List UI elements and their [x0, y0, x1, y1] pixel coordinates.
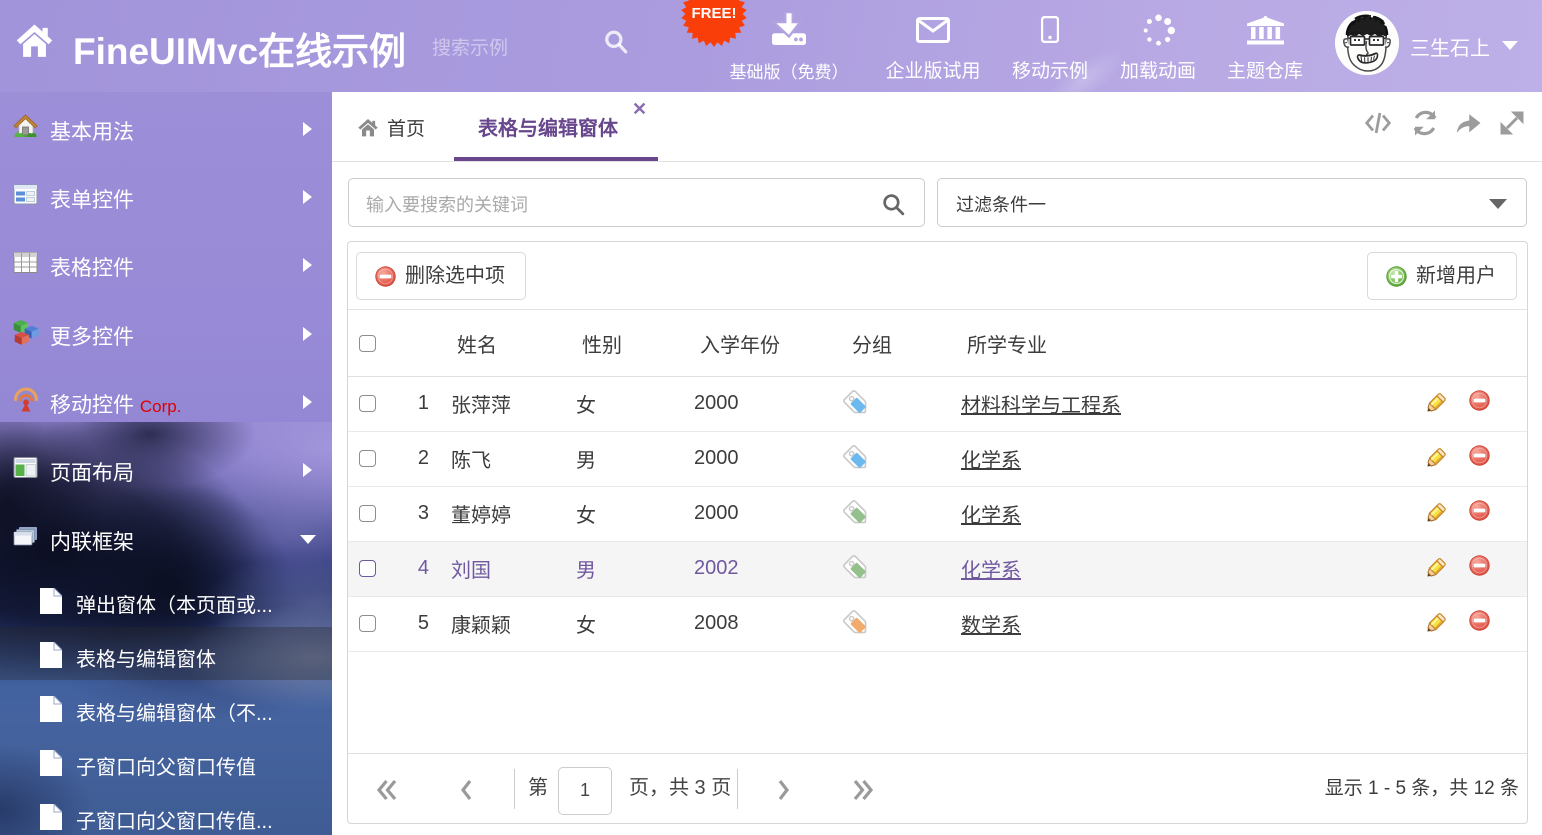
- svg-text:FREE!: FREE!: [692, 5, 737, 22]
